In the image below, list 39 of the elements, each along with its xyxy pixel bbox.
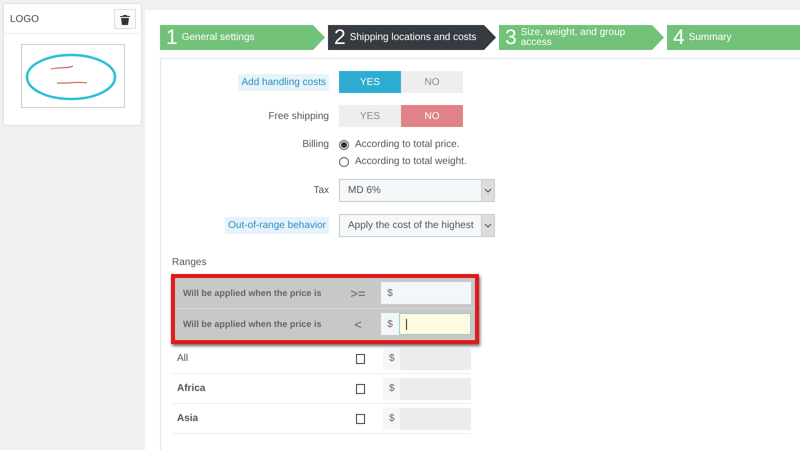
toggle-option[interactable]: YES <box>339 71 401 93</box>
field-label: Tax <box>313 185 329 196</box>
field-label: Add handling costs <box>238 74 329 90</box>
caret-icon <box>484 223 492 228</box>
currency-label: $ <box>383 378 400 400</box>
checkbox[interactable] <box>356 354 366 364</box>
radio-label: According to total price. <box>355 139 460 150</box>
select-field[interactable]: Apply the cost of the highest <box>339 214 495 237</box>
currency-label: $ <box>381 313 399 335</box>
zone-name: Africa <box>176 383 206 394</box>
delete-button[interactable] <box>114 9 136 29</box>
field-label: Billing <box>302 139 329 150</box>
operator-label: >= <box>349 286 367 300</box>
checkbox[interactable] <box>356 414 366 424</box>
radio-button[interactable] <box>339 140 349 150</box>
zone-name: All <box>176 353 190 364</box>
input-field[interactable] <box>399 313 471 335</box>
currency-label: $ <box>383 408 400 430</box>
radio-label: According to total weight. <box>355 156 467 167</box>
field-label: Free shipping <box>268 110 329 122</box>
input-field[interactable] <box>399 282 471 304</box>
field-label: Out-of-range behavior <box>225 217 329 234</box>
currency-label: $ <box>381 282 399 304</box>
range-label: Will be applied when the price is <box>182 319 322 329</box>
select-field[interactable]: MD 6% <box>339 179 495 202</box>
radio-button[interactable] <box>339 156 349 166</box>
logo-title: LOGO <box>10 14 39 24</box>
toggle-option[interactable]: NO <box>401 71 463 93</box>
input-field[interactable] <box>400 348 471 370</box>
zone-name: Asia <box>176 413 200 424</box>
caret-icon <box>484 188 492 193</box>
checkbox[interactable] <box>356 384 366 394</box>
section-title: Ranges <box>172 257 208 268</box>
currency-label: $ <box>383 348 400 370</box>
trash-icon <box>120 14 130 24</box>
toggle-option[interactable]: NO <box>401 105 463 127</box>
toggle-option[interactable]: YES <box>339 105 401 127</box>
operator-label: < <box>353 316 363 332</box>
range-label: Will be applied when the price is <box>182 288 322 298</box>
